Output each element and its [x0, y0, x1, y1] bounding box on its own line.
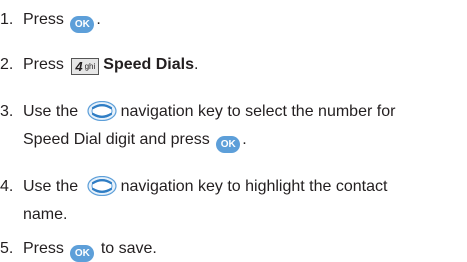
- step-5: 5. Press OK to save.: [0, 241, 157, 262]
- step-1: 1. Press OK.: [0, 12, 101, 33]
- step-text: navigation key to select the number for: [120, 103, 396, 120]
- step-number: 1.: [0, 11, 14, 28]
- 4-ghi-key-icon: 4 ghi: [71, 58, 100, 75]
- step-text: .: [193, 56, 199, 73]
- step-number: 2.: [0, 56, 14, 73]
- step-number: 4.: [0, 178, 14, 195]
- navigation-key-icon: [86, 101, 117, 121]
- step-2: 2. Press 4 ghi Speed Dials.: [0, 57, 198, 75]
- step-text: to save.: [100, 240, 157, 257]
- step-text: Press: [23, 56, 64, 73]
- instruction-steps: 1. Press OK. 2. Press 4 ghi Speed Dials. 3. U…: [0, 0, 467, 262]
- step-3: 3. Use the navigation key to select the n…: [0, 101, 395, 121]
- navigation-key-icon: [86, 176, 117, 196]
- step-text: .: [242, 131, 247, 148]
- step-4-continued: name.: [23, 207, 67, 223]
- step-text: .: [96, 11, 101, 28]
- ok-key-icon: OK: [216, 136, 241, 153]
- step-number: 3.: [0, 103, 14, 120]
- step-text: name.: [23, 206, 68, 223]
- key-letters: ghi: [84, 62, 96, 71]
- ok-key-icon: OK: [70, 245, 95, 262]
- step-text: navigation key to highlight the contact: [120, 178, 388, 195]
- step-text: Press: [23, 240, 64, 257]
- ok-key-icon: OK: [70, 16, 95, 33]
- menu-name: Speed Dials: [103, 56, 194, 73]
- step-3-continued: Speed Dial digit and press OK.: [23, 132, 247, 153]
- step-text: Use the: [23, 103, 79, 120]
- step-text: Speed Dial digit and press: [23, 131, 210, 148]
- step-4: 4. Use the navigation key to highlight th…: [0, 176, 387, 196]
- step-text: Use the: [23, 178, 79, 195]
- step-text: Press: [23, 11, 64, 28]
- step-number: 5.: [0, 240, 14, 257]
- key-digit: 4: [75, 59, 83, 74]
